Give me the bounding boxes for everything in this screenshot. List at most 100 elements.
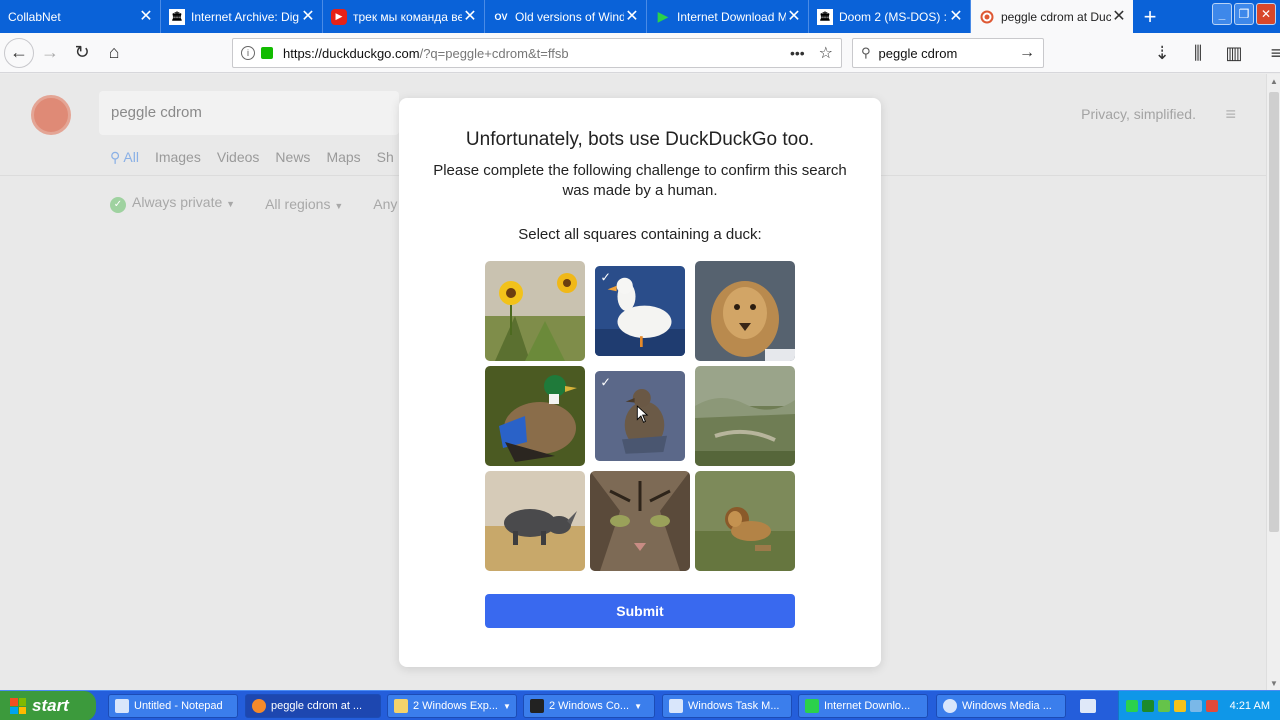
challenge-subtitle: Please complete the following challenge … xyxy=(433,162,847,199)
privacy-filter[interactable]: ✓ Always private ▼ xyxy=(110,194,235,213)
antivirus-tray-icon[interactable] xyxy=(1205,700,1218,712)
image-tile-rhino[interactable] xyxy=(485,471,585,571)
back-arrow-icon[interactable]: ← xyxy=(4,37,34,68)
image-tile-sunflowers[interactable] xyxy=(485,261,585,361)
taskbar-button-console[interactable]: 2 Windows Co... ▼ xyxy=(523,694,655,718)
time-filter[interactable]: Any xyxy=(373,196,397,212)
notepad-icon xyxy=(115,699,129,713)
ddg-search-input[interactable]: peggle cdrom xyxy=(99,91,399,135)
tab-youtube[interactable]: ▶ трек мы команда ве ✕ xyxy=(323,0,485,33)
minimize-icon[interactable]: _ xyxy=(1212,3,1232,25)
security-tray-icon[interactable] xyxy=(1189,700,1202,712)
cat-image xyxy=(590,471,690,571)
taskbar-button-explorer[interactable]: 2 Windows Exp... ▼ xyxy=(387,694,517,718)
sidebar-icon[interactable]: ▥ xyxy=(1218,37,1250,69)
image-tile-lioness[interactable] xyxy=(695,261,795,361)
lion-image xyxy=(695,471,795,571)
image-tile-duckling[interactable]: ✓ xyxy=(595,371,685,461)
menu-icon[interactable]: ≡ xyxy=(1260,37,1280,69)
close-tab-icon[interactable]: ✕ xyxy=(948,8,964,25)
idm-tray-icon[interactable] xyxy=(1125,700,1138,712)
clock[interactable]: 4:21 AM xyxy=(1230,700,1270,712)
scroll-down-icon[interactable]: ▼ xyxy=(1267,676,1280,690)
window-controls: _ ❐ ✕ xyxy=(1212,3,1280,25)
tab-all[interactable]: ⚲ All xyxy=(110,149,139,166)
url-bar[interactable]: i https://duckduckgo.com/?q=peggle+cdrom… xyxy=(232,38,842,68)
check-circle-icon: ✓ xyxy=(110,197,126,213)
taskbar-button-firefox[interactable]: peggle cdrom at ... xyxy=(245,694,381,718)
caret-down-icon: ▼ xyxy=(334,200,344,211)
close-tab-icon[interactable]: ✕ xyxy=(1111,8,1127,25)
duckduckgo-logo[interactable] xyxy=(31,95,71,135)
keyboard-icon[interactable] xyxy=(1080,699,1096,713)
close-tab-icon[interactable]: ✕ xyxy=(300,8,316,25)
close-tab-icon[interactable]: ✕ xyxy=(624,8,640,25)
tab-duckduckgo[interactable]: peggle cdrom at Duc ✕ xyxy=(971,0,1133,33)
lock-icon[interactable] xyxy=(261,47,273,59)
submit-button[interactable]: Submit xyxy=(485,594,795,628)
green-tray-icon[interactable] xyxy=(1141,700,1154,712)
close-tab-icon[interactable]: ✕ xyxy=(786,8,802,25)
image-tile-mallard[interactable] xyxy=(485,366,585,466)
image-tile-cat[interactable] xyxy=(590,471,690,571)
duckduckgo-icon xyxy=(979,9,995,25)
firefox-icon xyxy=(252,699,266,713)
scroll-up-icon[interactable]: ▲ xyxy=(1267,74,1280,88)
tab-label: Internet Download M xyxy=(677,9,786,24)
tab-videos[interactable]: Videos xyxy=(217,149,260,166)
windows-logo-icon xyxy=(10,698,26,714)
archive-icon: 🏛 xyxy=(817,8,833,25)
tab-oldversion[interactable]: OV Old versions of Wind ✕ xyxy=(485,0,647,33)
system-tray: 4:21 AM xyxy=(1118,691,1280,720)
youtube-icon: ▶ xyxy=(331,8,347,25)
scrollbar-thumb[interactable] xyxy=(1269,92,1279,532)
tab-idm[interactable]: ▶ Internet Download M ✕ xyxy=(647,0,809,33)
search-input[interactable]: peggle cdrom xyxy=(879,46,958,61)
navigation-toolbar: ← → ↻ ⌂ i https://duckduckgo.com/?q=pegg… xyxy=(0,33,1280,73)
region-filter[interactable]: All regions ▼ xyxy=(265,196,343,212)
task-manager-icon xyxy=(669,699,683,713)
tab-doom2[interactable]: 🏛 Doom 2 (MS-DOS) : I ✕ xyxy=(809,0,971,33)
forward-arrow-icon[interactable]: → xyxy=(34,37,66,69)
bot-challenge-dialog: Unfortunately, bots use DuckDuckGo too. … xyxy=(399,98,881,667)
taskbar-button-task-manager[interactable]: Windows Task M... xyxy=(662,694,792,718)
tab-label: трек мы команда ве xyxy=(353,9,462,24)
network-tray-icon[interactable] xyxy=(1157,700,1170,712)
close-tab-icon[interactable]: ✕ xyxy=(138,8,154,25)
tab-label: Doom 2 (MS-DOS) : I xyxy=(839,9,948,24)
restore-icon[interactable]: ❐ xyxy=(1234,3,1254,25)
library-icon[interactable]: ⫼ xyxy=(1182,37,1214,69)
search-go-icon[interactable]: → xyxy=(1019,44,1035,62)
close-window-icon[interactable]: ✕ xyxy=(1256,3,1276,25)
tab-maps[interactable]: Maps xyxy=(326,149,360,166)
tab-shopping[interactable]: Sh xyxy=(377,149,394,166)
tab-images[interactable]: Images xyxy=(155,149,201,166)
taskbar-button-idm[interactable]: Internet Downlo... xyxy=(798,694,928,718)
tab-internet-archive[interactable]: 🏛 Internet Archive: Dig ✕ xyxy=(161,0,323,33)
search-bar[interactable]: ⚲ peggle cdrom → xyxy=(852,38,1044,68)
start-button[interactable]: start xyxy=(0,691,96,720)
search-icon: ⚲ xyxy=(861,45,871,60)
vertical-scrollbar[interactable]: ▲ ▼ xyxy=(1266,74,1280,690)
bookmark-star-icon[interactable]: ☆ xyxy=(819,43,833,63)
page-actions-icon[interactable]: ••• xyxy=(790,45,805,61)
tab-news[interactable]: News xyxy=(275,149,310,166)
image-tile-lion[interactable] xyxy=(695,471,795,571)
close-tab-icon[interactable]: ✕ xyxy=(462,8,478,25)
reload-icon[interactable]: ↻ xyxy=(66,37,98,69)
taskbar-button-media-player[interactable]: Windows Media ... xyxy=(936,694,1066,718)
shield-icon[interactable] xyxy=(1173,700,1186,712)
caret-down-icon: ▼ xyxy=(634,701,643,711)
image-tile-white-duck[interactable]: ✓ xyxy=(595,266,685,356)
info-icon[interactable]: i xyxy=(241,46,255,60)
ddg-search-tabs: ⚲ All Images Videos News Maps Sh xyxy=(110,149,394,166)
tab-collabnet[interactable]: CollabNet ✕ xyxy=(0,0,161,33)
home-icon[interactable]: ⌂ xyxy=(98,37,130,69)
new-tab-icon[interactable]: + xyxy=(1133,0,1167,33)
hamburger-icon[interactable]: ≡ xyxy=(1225,104,1236,125)
privacy-tagline[interactable]: Privacy, simplified. xyxy=(1081,106,1196,122)
taskbar-button-notepad[interactable]: Untitled - Notepad xyxy=(108,694,238,718)
image-tile-grassland[interactable] xyxy=(695,366,795,466)
downloads-icon[interactable]: ⇣ xyxy=(1146,37,1178,69)
console-icon xyxy=(530,699,544,713)
